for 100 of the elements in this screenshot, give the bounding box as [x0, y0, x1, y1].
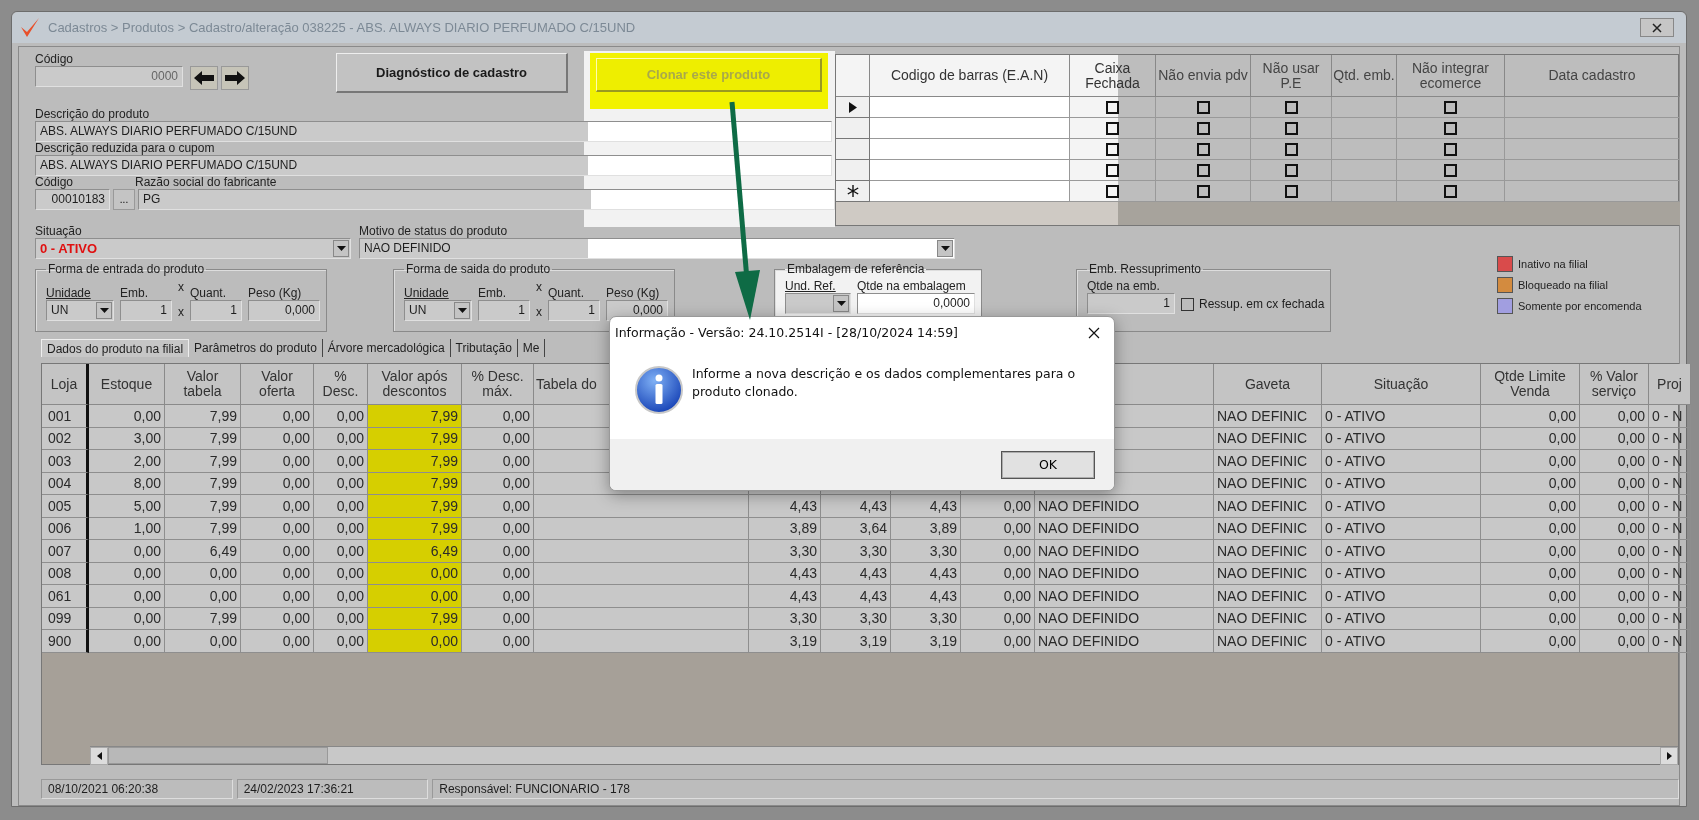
checkbox[interactable] [1196, 184, 1210, 198]
number-field[interactable]: 1 [1087, 293, 1175, 314]
table-cell: 0,00 [462, 630, 534, 653]
horizontal-scrollbar[interactable] [90, 746, 1678, 764]
tab[interactable]: Árvore mercadológica [322, 339, 451, 357]
column-header: Qtde Limite Venda [1481, 364, 1580, 405]
column-header: Qtd. emb. [1332, 55, 1397, 97]
checkbox[interactable] [1106, 184, 1119, 198]
checkbox[interactable] [1444, 163, 1457, 177]
checkbox[interactable] [1196, 163, 1210, 177]
number-field[interactable]: 1 [478, 300, 530, 321]
unit-dropdown[interactable]: UN [46, 300, 114, 321]
table-cell: 0,00 [961, 562, 1035, 585]
table-cell: 0,00 [462, 562, 534, 585]
number-field[interactable]: 1 [190, 300, 242, 321]
reason-dropdown[interactable]: NAO DEFINIDO [359, 238, 955, 259]
unit-dropdown[interactable]: UN [404, 300, 472, 321]
table-cell: 0 - N [1649, 427, 1691, 450]
table-cell: 0 - ATIVO [1322, 540, 1481, 563]
checkbox[interactable] [1444, 121, 1457, 135]
checkbox[interactable] [1284, 142, 1298, 156]
table-cell: 4,43 [749, 585, 821, 608]
number-field[interactable]: 0,000 [248, 300, 320, 321]
checkbox[interactable] [1196, 121, 1210, 135]
description-field[interactable]: ABS. ALWAYS DIARIO PERFUMADO C/15UND [35, 121, 832, 142]
manufacturer-name-field[interactable]: PG [138, 189, 835, 210]
dialog-title: Informação - Versão: 24.10.2514I - [28/10/2024 14:59] [615, 324, 958, 340]
close-button[interactable] [1640, 18, 1674, 37]
description-field[interactable]: ABS. ALWAYS DIARIO PERFUMADO C/15UND [35, 155, 832, 176]
field-label: Qtde na embalagem [857, 280, 967, 293]
table-cell: 6,49 [368, 540, 462, 563]
number-field[interactable]: 1 [548, 300, 600, 321]
close-icon [1652, 22, 1662, 33]
table-cell: 0,00 [1481, 607, 1580, 630]
table-cell: 3,19 [821, 630, 891, 653]
table-cell: 0,00 [961, 540, 1035, 563]
previous-button[interactable] [190, 66, 218, 90]
next-button[interactable] [221, 66, 249, 90]
table-cell: 0 - N [1649, 472, 1691, 495]
checkbox[interactable] [1444, 184, 1457, 198]
table-cell: 3,30 [749, 607, 821, 630]
code-field[interactable]: 0000 [35, 66, 183, 87]
tab[interactable]: Parâmetros do produto [189, 339, 323, 357]
checkbox[interactable] [1284, 163, 1298, 177]
table-cell: 3,30 [821, 540, 891, 563]
tab[interactable]: Tributação [450, 339, 518, 357]
number-field[interactable]: 1 [120, 300, 172, 321]
table-cell: 7,99 [368, 405, 462, 428]
table-cell: 0,00 [1481, 517, 1580, 540]
checkbox[interactable] [1106, 163, 1119, 177]
table-cell: 3,89 [891, 517, 961, 540]
checkbox[interactable] [1444, 142, 1457, 156]
checkbox[interactable] [1196, 142, 1210, 156]
table-cell: 0,00 [462, 607, 534, 630]
table-cell: 7,99 [165, 405, 241, 428]
lookup-button[interactable]: ... [113, 189, 135, 210]
checkbox[interactable] [1284, 184, 1298, 198]
checkbox[interactable] [1284, 121, 1298, 135]
diagnostic-button[interactable]: Diagnóstico de cadastro [336, 53, 568, 93]
close-icon [1088, 326, 1100, 339]
manufacturer-code-field[interactable]: 00010183 [35, 189, 110, 210]
checkbox[interactable] [1106, 100, 1119, 114]
field-label: Descrição do produto [35, 108, 151, 121]
table-cell: 0,00 [165, 630, 241, 653]
table-cell: 0,00 [165, 562, 241, 585]
table-cell: 4,43 [749, 562, 821, 585]
checkbox[interactable] [1196, 100, 1210, 114]
caret-icon [99, 308, 109, 313]
checkbox[interactable] [1106, 142, 1119, 156]
checkbox-label: Ressup. em cx fechada [1199, 297, 1325, 311]
table-cell: 0,00 [241, 630, 314, 653]
number-field[interactable]: 0,0000 [857, 293, 975, 314]
unit-dropdown[interactable] [785, 293, 851, 314]
checkbox[interactable] [1284, 100, 1298, 114]
table-cell: 0,00 [462, 405, 534, 428]
checkbox[interactable] [1106, 121, 1119, 135]
table-cell: 0,00 [462, 540, 534, 563]
legend-label: Somente por encomenda [1518, 300, 1642, 312]
table-cell: 0,00 [1481, 472, 1580, 495]
table-cell: 007 [42, 540, 89, 563]
ok-button[interactable]: OK [1002, 451, 1094, 478]
table-cell: 4,43 [891, 585, 961, 608]
table-cell: 6,49 [165, 540, 241, 563]
table-cell: 3,19 [891, 630, 961, 653]
table-cell: 0,00 [462, 517, 534, 540]
table-cell: 099 [42, 607, 89, 630]
checkbox[interactable] [1444, 100, 1457, 114]
tab[interactable]: Dados do produto na filial [41, 339, 190, 357]
field-label: Descrição reduzida para o cupom [35, 142, 216, 155]
checkbox[interactable] [1181, 297, 1194, 311]
table-cell: 0,00 [961, 585, 1035, 608]
column-header: Caixa Fechada [1070, 55, 1156, 97]
tab[interactable]: Me [517, 339, 546, 357]
table-cell: 0 - ATIVO [1322, 607, 1481, 630]
table-cell: 0,00 [1580, 607, 1649, 630]
table-cell: 4,43 [821, 495, 891, 518]
table-cell: 3,30 [749, 540, 821, 563]
table-cell: 0 - N [1649, 630, 1691, 653]
table-cell: NAO DEFINIC [1214, 585, 1322, 608]
table-cell: 7,99 [368, 450, 462, 473]
